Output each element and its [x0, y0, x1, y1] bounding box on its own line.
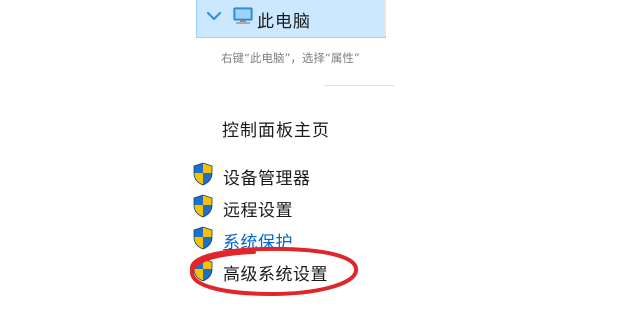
uac-shield-icon — [193, 162, 213, 186]
advanced-system-settings-label: 高级系统设置 — [223, 265, 328, 285]
explorer-scrollbar-edge — [384, 0, 386, 36]
computer-icon — [233, 7, 253, 24]
system-protection-label: 系统保护 — [223, 233, 293, 253]
device-manager-label: 设备管理器 — [223, 169, 311, 189]
instruction-caption: 右键“此电脑”，选择“属性” — [221, 51, 360, 65]
this-pc-label: 此电脑 — [257, 12, 311, 32]
system-protection-link[interactable]: 系统保护 — [192, 226, 302, 253]
uac-shield-icon — [193, 194, 213, 218]
uac-shield-icon — [193, 258, 213, 282]
chevron-down-icon[interactable] — [206, 10, 222, 22]
advanced-system-settings-link[interactable]: 高级系统设置 — [192, 258, 342, 285]
device-manager-link[interactable]: 设备管理器 — [192, 162, 312, 189]
remote-settings-label: 远程设置 — [223, 201, 293, 221]
uac-shield-icon — [193, 226, 213, 250]
remote-settings-link[interactable]: 远程设置 — [192, 194, 302, 221]
control-panel-home-link[interactable]: 控制面板主页 — [222, 116, 330, 141]
divider — [324, 85, 394, 86]
